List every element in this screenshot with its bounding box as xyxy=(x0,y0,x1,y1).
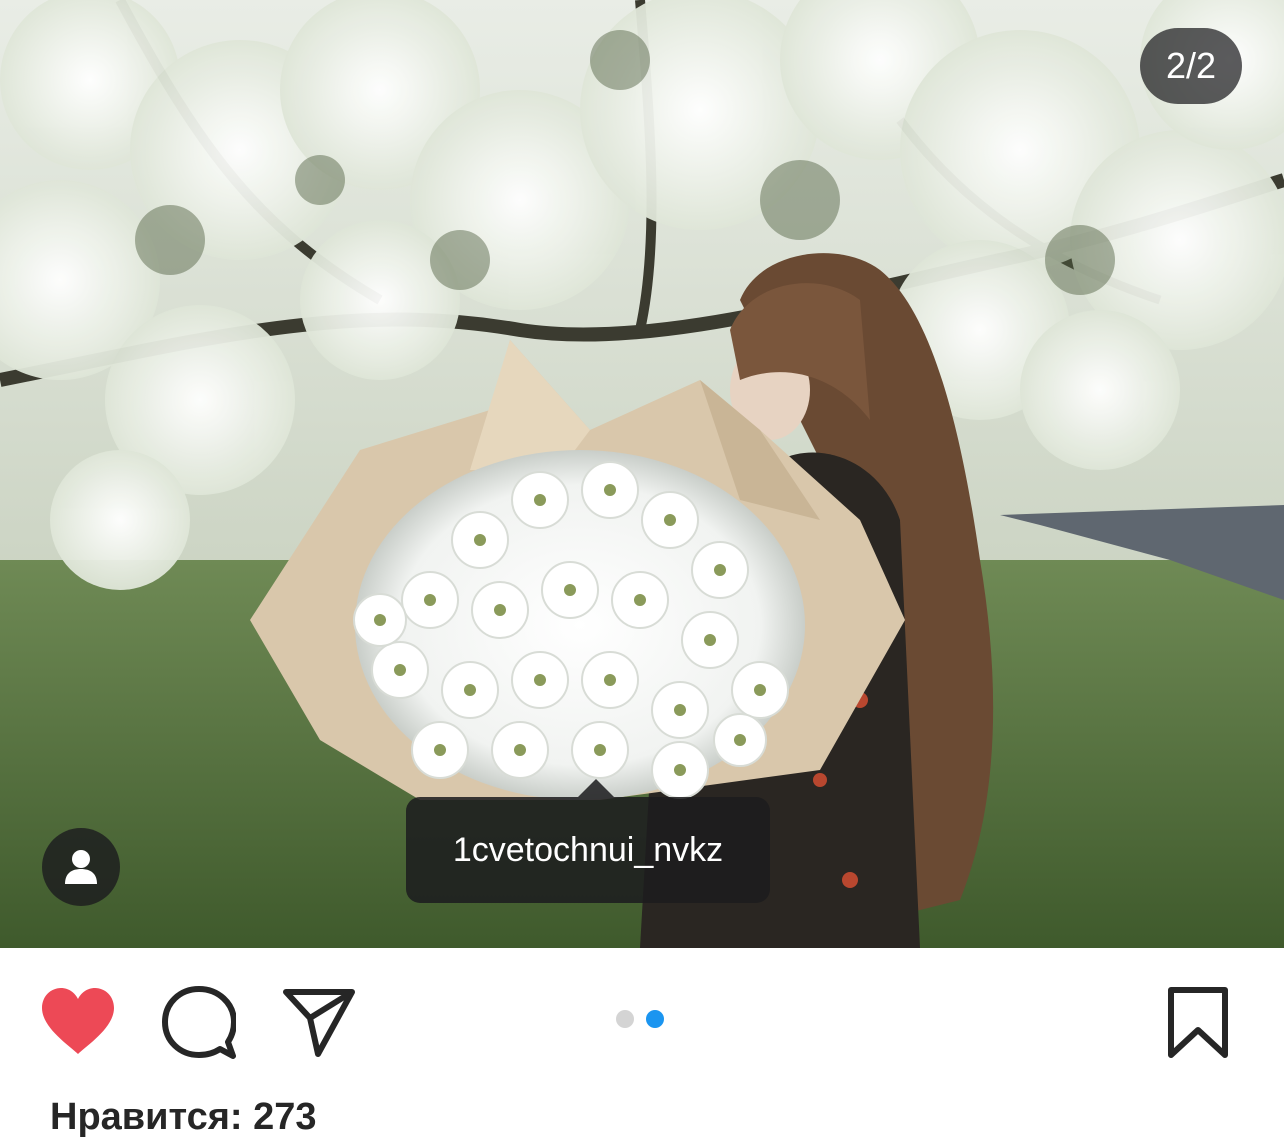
instagram-post: 2/2 1cvetochnui_nvkz Нравится: 273 xyxy=(0,0,1284,1147)
image-counter: 2/2 xyxy=(1140,28,1242,104)
action-bar xyxy=(0,948,1284,1093)
user-tag-label[interactable]: 1cvetochnui_nvkz xyxy=(406,779,770,903)
likes-count[interactable]: Нравится: 273 xyxy=(50,1094,317,1140)
post-photo[interactable]: 2/2 1cvetochnui_nvkz xyxy=(0,0,1284,948)
paper-plane-icon xyxy=(283,989,355,1057)
bookmark-icon xyxy=(1168,987,1228,1058)
heart-icon xyxy=(42,988,114,1054)
tagged-users-button[interactable] xyxy=(42,828,120,906)
comment-icon xyxy=(162,986,236,1059)
carousel-indicator xyxy=(616,1010,664,1028)
save-button[interactable] xyxy=(1166,986,1230,1060)
carousel-dot-1 xyxy=(616,1010,634,1028)
share-button[interactable] xyxy=(282,986,356,1058)
person-icon xyxy=(65,850,97,884)
like-button[interactable] xyxy=(40,986,116,1056)
comment-button[interactable] xyxy=(162,986,236,1060)
carousel-dot-2-active xyxy=(646,1010,664,1028)
